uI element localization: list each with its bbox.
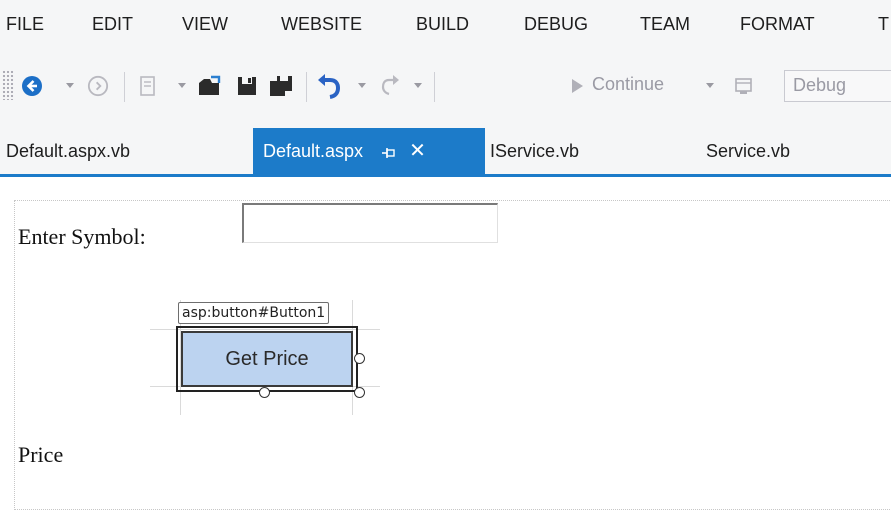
resize-handle-right[interactable] [354,353,365,364]
enter-symbol-label: Enter Symbol: [18,224,146,249]
symbol-textbox[interactable] [242,203,498,243]
new-dropdown-icon[interactable] [178,83,186,88]
resize-handle-bottom[interactable] [259,387,270,398]
undo-dropdown-icon[interactable] [358,83,366,88]
save-icon[interactable] [232,70,262,102]
continue-dropdown-icon[interactable] [706,83,714,88]
attach-process-icon[interactable] [730,70,758,102]
redo-dropdown-icon[interactable] [414,83,422,88]
continue-button[interactable]: Continue [592,74,664,95]
solution-configuration-select[interactable]: Debug [784,70,891,102]
toolbar-separator [306,72,307,102]
menu-edit[interactable]: EDIT [92,14,133,35]
get-price-button[interactable]: Get Price [181,331,353,387]
undo-icon[interactable] [314,70,346,102]
close-icon[interactable]: ✕ [409,141,426,161]
tab-service-vb[interactable]: Service.vb [706,128,790,174]
visual-studio-window: FILE EDIT VIEW WEBSITE BUILD DEBUG TEAM … [0,0,891,512]
toolbar-grip-icon[interactable] [2,70,14,100]
tab-label: Default.aspx.vb [6,140,131,161]
start-icon[interactable] [566,70,588,102]
tab-label: Default.aspx [263,140,364,161]
resize-handle-bottom-right[interactable] [354,387,365,398]
price-label: Price [18,442,64,467]
menu-file[interactable]: FILE [6,14,44,35]
menu-bar: FILE EDIT VIEW WEBSITE BUILD DEBUG TEAM … [0,0,891,52]
menu-team[interactable]: TEAM [640,14,690,35]
toolbar-separator [124,72,125,102]
tab-default-aspx-vb[interactable]: Default.aspx.vb [6,128,130,174]
save-all-icon[interactable] [266,70,296,102]
menu-view[interactable]: VIEW [182,14,228,35]
open-file-icon[interactable] [194,70,226,102]
pin-icon[interactable] [381,144,395,158]
menu-build[interactable]: BUILD [416,14,469,35]
tab-label: IService.vb [490,140,580,161]
tab-default-aspx[interactable]: Default.aspx ✕ [253,128,485,174]
control-tag-badge: asp:button#Button1 [178,302,330,324]
tab-iservice-vb[interactable]: IService.vb [490,128,579,174]
menu-format[interactable]: FORMAT [740,14,815,35]
standard-toolbar: Continue Debug [0,52,891,124]
forward-icon[interactable] [84,70,112,102]
redo-icon[interactable] [376,70,404,102]
back-icon[interactable] [18,70,46,102]
toolbar-separator [434,72,435,102]
menu-debug[interactable]: DEBUG [524,14,588,35]
tab-label: Service.vb [706,140,791,161]
solution-configuration-value: Debug [793,75,847,95]
menu-tools-truncated[interactable]: T [878,14,889,35]
new-project-icon[interactable] [134,70,162,102]
menu-website[interactable]: WEBSITE [281,14,362,35]
back-dropdown-icon[interactable] [66,83,74,88]
